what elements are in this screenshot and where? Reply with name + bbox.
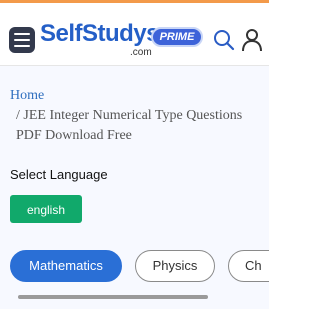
site-header: SelfStudys .com PRIME: [0, 3, 269, 66]
search-icon[interactable]: [213, 29, 235, 51]
select-language-label: Select Language: [10, 167, 108, 182]
logo-text: SelfStudys: [40, 20, 160, 47]
site-logo[interactable]: SelfStudys .com PRIME: [40, 20, 205, 58]
tab-chemistry[interactable]: Ch: [228, 250, 269, 282]
hamburger-menu-button[interactable]: [9, 27, 35, 53]
menu-line: [14, 45, 30, 47]
horizontal-scrollbar[interactable]: [18, 295, 208, 299]
main-content: Home / JEE Integer Numerical Type Questi…: [0, 66, 269, 309]
menu-line: [14, 39, 30, 41]
breadcrumb-home-link[interactable]: Home: [10, 86, 265, 106]
breadcrumb-current: / JEE Integer Numerical Type Questions P…: [16, 108, 243, 143]
user-icon[interactable]: [241, 28, 263, 52]
subject-tabs: Mathematics Physics Ch: [0, 250, 269, 284]
logo-domain: .com: [130, 47, 152, 58]
language-button[interactable]: english: [10, 195, 82, 223]
menu-line: [14, 33, 30, 35]
tab-physics[interactable]: Physics: [135, 250, 215, 282]
tab-mathematics[interactable]: Mathematics: [10, 250, 122, 282]
prime-badge: PRIME: [151, 27, 203, 47]
breadcrumb: Home / JEE Integer Numerical Type Questi…: [10, 86, 265, 146]
